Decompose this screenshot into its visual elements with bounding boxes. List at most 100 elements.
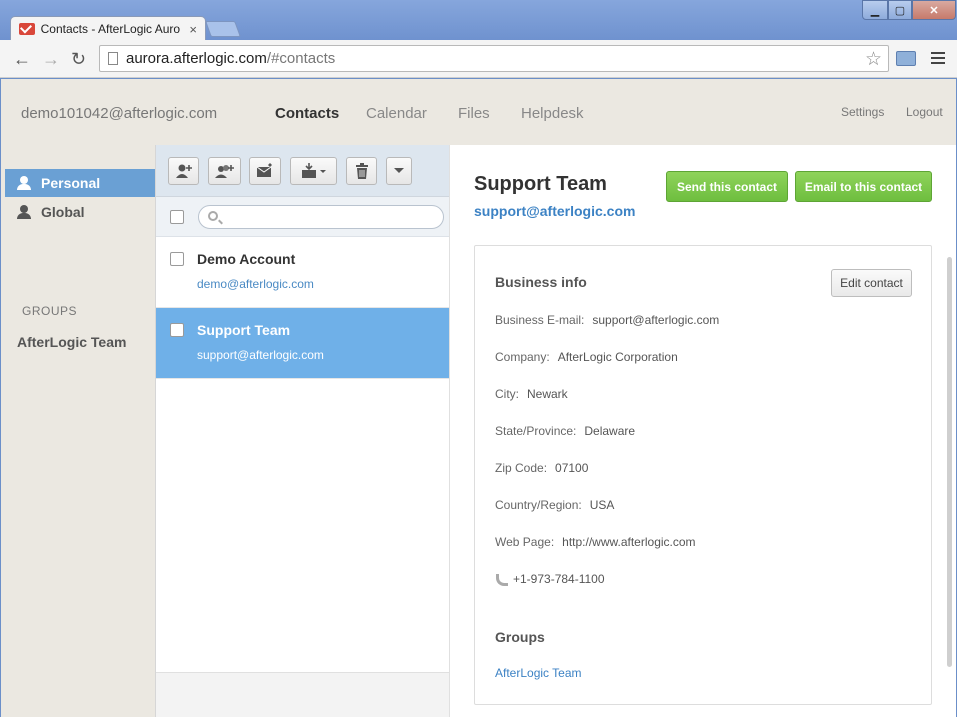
field-phone: +1-973-784-1100 <box>495 572 605 586</box>
sidebar-item-personal[interactable]: Personal <box>5 169 155 197</box>
delete-button[interactable] <box>346 157 377 185</box>
settings-link[interactable]: Settings <box>841 105 884 119</box>
field-label: Zip Code: <box>495 461 548 475</box>
sidebar: Personal Global GROUPS AfterLogic Team <box>1 145 155 717</box>
sidebar-item-global[interactable]: Global <box>5 198 155 226</box>
contact-email: support@afterlogic.com <box>197 348 324 362</box>
detail-scrollbar[interactable] <box>947 257 952 667</box>
list-toolbar <box>156 145 450 197</box>
extension-icon[interactable] <box>896 51 916 66</box>
logout-link[interactable]: Logout <box>906 105 943 119</box>
groups-heading: GROUPS <box>22 304 78 318</box>
tab-close-icon[interactable]: × <box>189 22 197 37</box>
field-label: City: <box>495 387 519 401</box>
search-row <box>156 197 450 237</box>
gmail-envelope-icon <box>19 23 35 35</box>
address-bar[interactable]: aurora.afterlogic.com/#contacts ☆ <box>99 45 889 72</box>
group-link-afterlogic-team[interactable]: AfterLogic Team <box>495 666 582 680</box>
contact-email: demo@afterlogic.com <box>197 277 314 291</box>
field-label: Country/Region: <box>495 498 582 512</box>
add-contact-icon <box>175 164 192 178</box>
contact-name: Support Team <box>197 322 291 338</box>
bookmark-star-icon[interactable]: ☆ <box>865 48 882 71</box>
field-label: Web Page: <box>495 535 555 549</box>
sidebar-group-afterlogic-team[interactable]: AfterLogic Team <box>17 334 126 350</box>
page-icon <box>108 52 118 65</box>
field-company: Company: AfterLogic Corporation <box>495 350 678 364</box>
new-message-button[interactable] <box>249 157 281 185</box>
new-message-icon <box>256 163 272 177</box>
field-value: USA <box>589 498 615 512</box>
browser-menu-icon[interactable] <box>931 52 945 64</box>
search-icon <box>208 211 218 221</box>
add-group-button[interactable] <box>208 157 241 185</box>
contact-list-panel: Demo Account demo@afterlogic.com Support… <box>155 145 450 717</box>
nav-helpdesk[interactable]: Helpdesk <box>521 105 584 122</box>
browser-toolbar: ← → ↻ aurora.afterlogic.com/#contacts ☆ <box>0 40 957 78</box>
contact-name: Demo Account <box>197 251 296 267</box>
minimize-button[interactable]: ▁ <box>862 0 888 20</box>
contact-row-selected[interactable]: Support Team support@afterlogic.com <box>156 308 450 379</box>
sidebar-item-label: Global <box>41 204 85 220</box>
reload-icon[interactable]: ↻ <box>71 50 86 68</box>
select-all-checkbox[interactable] <box>170 210 184 224</box>
person-icon <box>17 176 31 190</box>
field-label: State/Province: <box>495 424 577 438</box>
field-value: support@afterlogic.com <box>592 313 720 327</box>
send-this-contact-button[interactable]: Send this contact <box>666 171 788 202</box>
contact-detail-name: Support Team <box>474 173 607 195</box>
nav-files[interactable]: Files <box>458 105 490 122</box>
field-label: Company: <box>495 350 550 364</box>
list-footer <box>156 672 450 717</box>
field-business-email: Business E-mail: support@afterlogic.com <box>495 313 719 327</box>
trash-icon <box>355 163 368 179</box>
nav-contacts[interactable]: Contacts <box>275 105 339 122</box>
more-actions-button[interactable] <box>386 157 412 185</box>
browser-tab[interactable]: Contacts - AfterLogic Auro × <box>10 16 206 41</box>
field-country: Country/Region: USA <box>495 498 614 512</box>
maximize-button[interactable]: ▢ <box>888 0 912 20</box>
field-web-page: Web Page: http://www.afterlogic.com <box>495 535 696 549</box>
window-close-button[interactable]: ✕ <box>912 0 956 20</box>
app-root: demo101042@afterlogic.com Contacts Calen… <box>1 79 956 717</box>
globe-person-icon <box>17 205 31 219</box>
tab-title: Contacts - AfterLogic Auro <box>40 22 181 36</box>
add-group-icon <box>214 165 234 178</box>
edit-contact-button[interactable]: Edit contact <box>831 269 912 297</box>
phone-value: +1-973-784-1100 <box>513 572 605 586</box>
forward-arrow-icon[interactable]: → <box>42 50 60 68</box>
contact-checkbox[interactable] <box>170 252 184 266</box>
contact-detail-email[interactable]: support@afterlogic.com <box>474 203 635 219</box>
field-value: AfterLogic Corporation <box>557 350 678 364</box>
url-host: aurora.afterlogic.com <box>126 50 267 67</box>
field-label: Business E-mail: <box>495 313 585 327</box>
account-email: demo101042@afterlogic.com <box>21 105 218 122</box>
business-info-heading: Business info <box>495 274 587 290</box>
back-arrow-icon[interactable]: ← <box>13 50 31 68</box>
url-path: /#contacts <box>266 50 336 67</box>
new-tab-button[interactable] <box>205 21 241 37</box>
import-button[interactable] <box>290 157 337 185</box>
contact-checkbox[interactable] <box>170 323 184 337</box>
business-info-card: Business info Edit contact Business E-ma… <box>474 245 932 705</box>
field-value: 07100 <box>555 461 589 475</box>
nav-calendar[interactable]: Calendar <box>366 105 427 122</box>
contact-detail-panel: Support Team support@afterlogic.com Send… <box>449 145 956 717</box>
sidebar-item-label: Personal <box>41 175 101 191</box>
field-value: Delaware <box>584 424 636 438</box>
field-zip: Zip Code: 07100 <box>495 461 588 475</box>
add-contact-button[interactable] <box>168 157 199 185</box>
browser-titlebar: Contacts - AfterLogic Auro × ▁ ▢ ✕ <box>0 0 957 41</box>
import-icon <box>301 163 326 178</box>
contact-row[interactable]: Demo Account demo@afterlogic.com <box>156 237 450 308</box>
field-value[interactable]: http://www.afterlogic.com <box>562 535 695 549</box>
field-city: City: Newark <box>495 387 568 401</box>
chevron-down-icon <box>394 168 404 173</box>
groups-section-heading: Groups <box>495 629 545 645</box>
field-state: State/Province: Delaware <box>495 424 635 438</box>
phone-icon <box>495 572 509 586</box>
app-header: demo101042@afterlogic.com Contacts Calen… <box>1 79 956 145</box>
field-value: Newark <box>527 387 568 401</box>
email-to-this-contact-button[interactable]: Email to this contact <box>795 171 932 202</box>
search-input[interactable] <box>198 205 444 229</box>
